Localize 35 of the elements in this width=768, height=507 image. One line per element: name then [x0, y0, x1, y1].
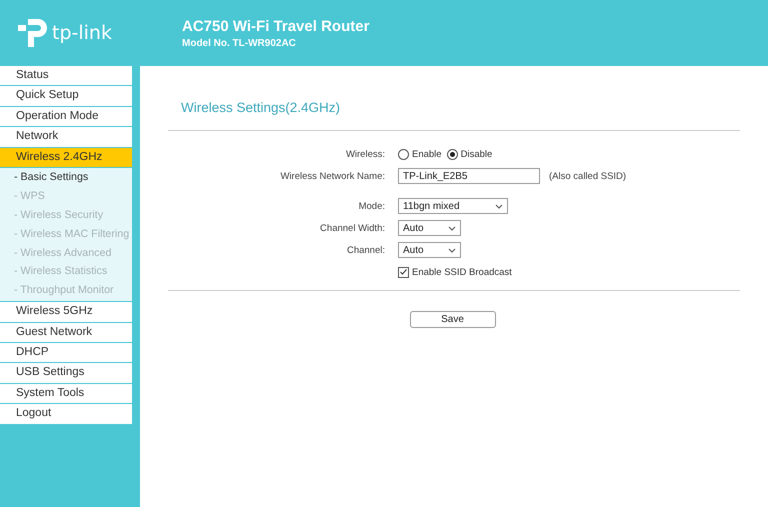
input-field[interactable]: TP-Link_E2B5	[398, 168, 540, 184]
chevron-down-icon	[495, 204, 503, 208]
check-icon	[400, 269, 407, 275]
select-dropdown[interactable]: Auto	[398, 242, 461, 258]
sidebar-item[interactable]: Guest Network	[0, 322, 132, 342]
radio-option[interactable]: Disable	[446, 148, 492, 160]
device-title: AC750 Wi-Fi Travel Router	[182, 18, 370, 34]
model-number: Model No. TL-WR902AC	[182, 38, 297, 48]
field-label: Channel Width:	[319, 222, 386, 234]
checkbox-option[interactable]: Enable SSID Broadcast	[398, 266, 512, 278]
sidebar-item[interactable]: DHCP	[0, 342, 132, 362]
radio-option[interactable]: Enable	[398, 148, 442, 160]
field-label: Wireless Network Name:	[279, 170, 386, 182]
sidebar-item[interactable]: Network	[0, 127, 132, 147]
save-button[interactable]: Save	[410, 311, 496, 328]
logo-icon	[16, 17, 48, 49]
select-dropdown[interactable]: Auto	[398, 220, 461, 236]
sidebar-item[interactable]: Wireless 2.4GHz	[0, 148, 132, 167]
submenu-item[interactable]: - Basic Settings	[0, 168, 132, 187]
sidebar-item[interactable]: Logout	[0, 404, 132, 424]
field-label: Channel:	[346, 244, 386, 256]
chevron-down-icon	[448, 248, 456, 252]
brand-name: tp-link	[52, 22, 112, 44]
sidebar-item[interactable]: Operation Mode	[0, 106, 132, 126]
page-title: Wireless Settings(2.4GHz)	[180, 100, 342, 117]
sidebar-item[interactable]: Quick Setup	[0, 86, 132, 106]
sidebar-item[interactable]: System Tools	[0, 384, 132, 404]
field-label: Wireless:	[344, 148, 386, 160]
field-note: (Also called SSID)	[548, 170, 626, 182]
sidebar-item[interactable]: USB Settings	[0, 363, 132, 383]
sidebar-item[interactable]: Status	[0, 66, 132, 86]
field-label: Mode:	[358, 200, 386, 212]
chevron-down-icon	[448, 226, 456, 230]
sidebar-item[interactable]: Wireless 5GHz	[0, 302, 132, 322]
select-dropdown[interactable]: 11bgn mixed	[398, 198, 508, 214]
